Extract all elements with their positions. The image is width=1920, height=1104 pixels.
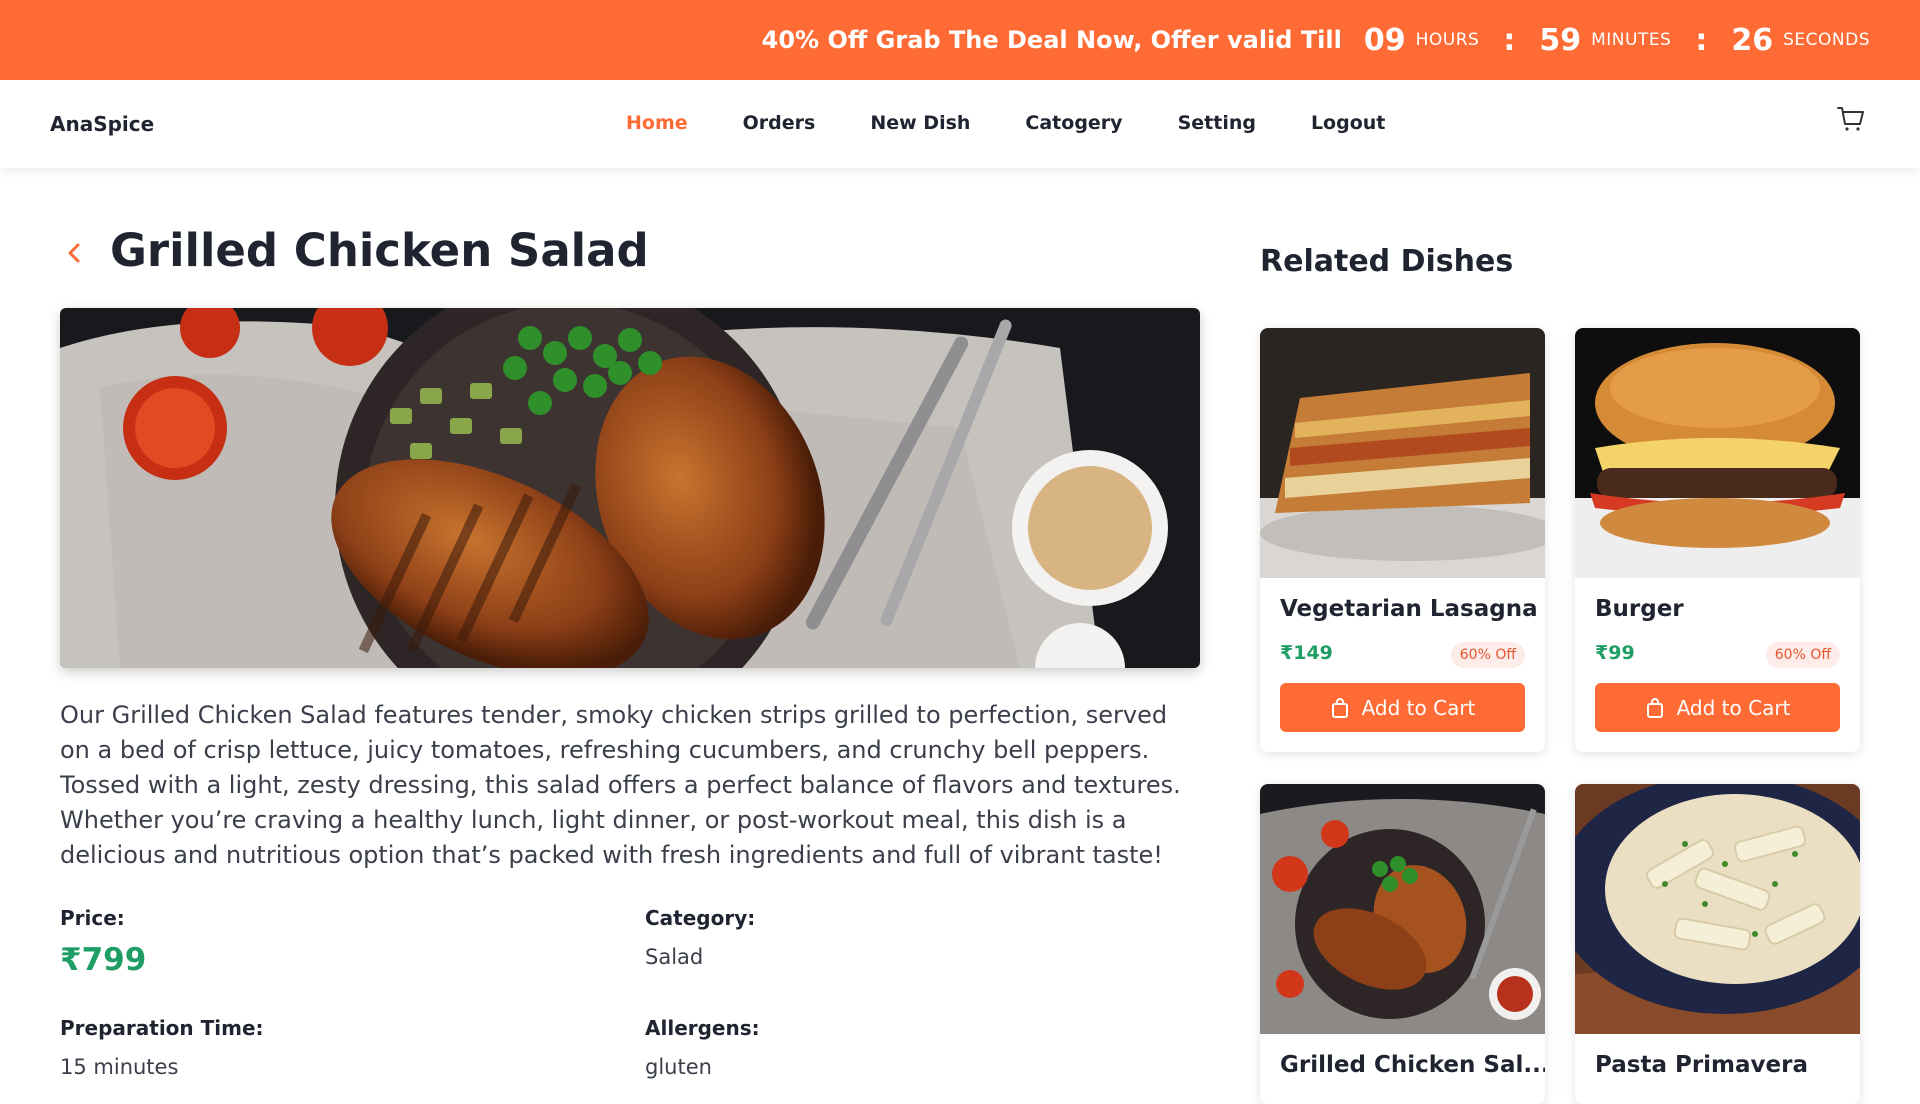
related-dish-card[interactable]: Burger ₹99 60% Off Add to Cart [1575,328,1860,752]
shopping-bag-icon [1646,697,1663,718]
countdown-separator: : [1503,22,1516,58]
add-to-cart-button[interactable]: Add to Cart [1280,683,1525,732]
lasagna-image [1260,328,1545,578]
countdown-hours: 09 [1363,22,1406,58]
category-label: Category: [645,906,756,930]
burger-image [1575,328,1860,578]
grilled-chicken-image [1260,784,1545,1034]
pasta-primavera-image [1575,784,1860,1034]
shopping-bag-icon [1331,697,1348,718]
card-price: ₹149 [1280,642,1333,664]
discount-badge: 60% Off [1450,642,1525,668]
related-dish-card[interactable]: Pasta Primavera [1575,784,1860,1104]
countdown-minutes: 59 [1539,22,1582,58]
nav-link-category[interactable]: Catogery [1025,112,1122,134]
related-dish-card[interactable]: Grilled Chicken Sal... [1260,784,1545,1104]
related-dishes-title: Related Dishes [1260,244,1514,279]
nav-link-orders[interactable]: Orders [743,112,816,134]
countdown-hours-label: HOURS [1415,30,1480,50]
card-price: ₹99 [1595,642,1635,664]
related-dish-card[interactable]: Vegetarian Lasagna ₹149 60% Off Add to C… [1260,328,1545,752]
prep-time-label: Preparation Time: [60,1016,264,1040]
nav-links: Home Orders New Dish Catogery Setting Lo… [626,112,1440,134]
countdown-seconds: 26 [1731,22,1774,58]
countdown-separator: : [1695,22,1708,58]
countdown-seconds-label: SECONDS [1783,30,1870,50]
promo-banner: 40% Off Grab The Deal Now, Offer valid T… [0,0,1920,80]
dish-title: Grilled Chicken Salad [110,224,649,277]
allergens-value: gluten [645,1055,712,1079]
allergens-label: Allergens: [645,1016,760,1040]
prep-time-value: 15 minutes [60,1055,179,1079]
cart-icon[interactable] [1836,104,1866,134]
card-dish-name: Vegetarian Lasagna [1280,596,1538,622]
dish-category: Salad [645,945,704,969]
back-chevron-icon[interactable] [64,238,86,268]
add-to-cart-button[interactable]: Add to Cart [1595,683,1840,732]
add-to-cart-label: Add to Cart [1361,695,1476,720]
nav-link-new-dish[interactable]: New Dish [870,112,970,134]
dish-price: ₹799 [60,942,147,978]
discount-badge: 60% Off [1765,642,1840,668]
card-dish-name: Grilled Chicken Sal... [1280,1052,1545,1078]
brand-logo[interactable]: AnaSpice [50,112,154,136]
nav-link-home[interactable]: Home [626,112,688,134]
navbar: AnaSpice Home Orders New Dish Catogery S… [0,80,1920,168]
add-to-cart-label: Add to Cart [1676,695,1791,720]
nav-link-setting[interactable]: Setting [1178,112,1256,134]
dish-description: Our Grilled Chicken Salad features tende… [60,701,1181,869]
card-dish-name: Pasta Primavera [1595,1052,1808,1078]
countdown-minutes-label: MINUTES [1591,30,1672,50]
price-label: Price: [60,906,125,930]
promo-text: 40% Off Grab The Deal Now, Offer valid T… [761,26,1342,54]
dish-hero-image [60,308,1200,668]
card-dish-name: Burger [1595,596,1684,622]
nav-link-logout[interactable]: Logout [1311,112,1385,134]
